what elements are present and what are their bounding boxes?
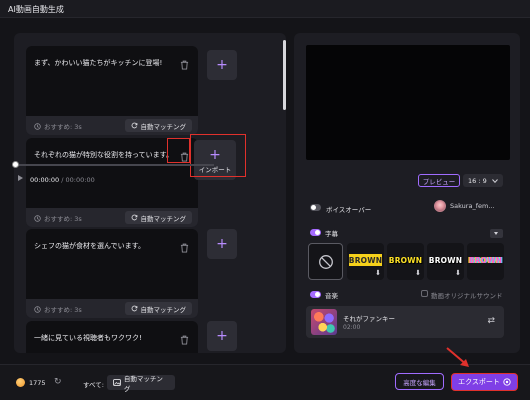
subtitle-style-preview: BROWN [388, 256, 423, 265]
window-title: AI動画自動生成 [8, 5, 64, 14]
image-icon [113, 379, 121, 386]
download-icon: ⬇ [415, 269, 421, 277]
no-style-icon [318, 254, 333, 269]
automatch-label: 自動マッチング [140, 122, 187, 131]
download-icon: ⬇ [455, 269, 461, 277]
subtitle-style-3[interactable]: BROWN ⬇ [427, 243, 464, 280]
automatch-all-button[interactable]: 自動マッチング [107, 374, 175, 393]
export-icon [503, 378, 511, 386]
time-total: / 00:00:00 [61, 176, 95, 184]
scene-card-3[interactable]: シェフの猫が食材を選んでいます。 おすすめ: 3s 自動マッチング [26, 229, 198, 318]
voice-selector[interactable]: Sakura_fem... [434, 199, 504, 213]
coin-icon [16, 378, 25, 387]
recommend-duration: おすすめ: 3s [34, 304, 82, 314]
music-thumbnail [311, 309, 337, 335]
subtitle-dropdown[interactable] [490, 229, 503, 238]
add-scene-button[interactable]: + [207, 50, 237, 80]
preview-button[interactable]: プレビュー [418, 174, 460, 187]
scene-text[interactable]: 一緒に見ている視聴者もワクワク! [34, 333, 142, 343]
download-icon: ⬇ [375, 269, 381, 277]
trash-icon[interactable] [180, 335, 189, 345]
voiceover-toggle[interactable] [310, 204, 321, 211]
subtitle-style-preview: BROWN [348, 256, 383, 265]
music-track-name: それがファンキー [343, 315, 395, 323]
subtitle-style-1[interactable]: BROWN ⬇ [347, 243, 384, 280]
recommend-text: おすすめ: 3s [44, 123, 82, 131]
automatch-button[interactable]: 自動マッチング [124, 119, 192, 132]
scene-text[interactable]: それぞれの猫が特別な役割を持っています。 [34, 150, 173, 160]
scene-footer: おすすめ: 3s 自動マッチング [26, 299, 198, 318]
trash-icon[interactable] [180, 152, 189, 162]
scene-footer: おすすめ: 3s 自動マッチング [26, 208, 198, 227]
recommend-duration: おすすめ: 3s [34, 213, 82, 223]
all-label: すべて: [83, 381, 104, 389]
music-toggle[interactable] [310, 291, 321, 298]
aspect-ratio-value: 16 : 9 [468, 176, 487, 185]
subtitle-toggle[interactable] [310, 229, 321, 236]
scene-card-4[interactable]: 一緒に見ている視聴者もワクワク! [26, 321, 198, 353]
refresh-icon[interactable]: ↻ [54, 377, 62, 387]
scene-footer: おすすめ: 3s 自動マッチング [26, 116, 198, 135]
subtitle-style-preview: BROWN [468, 256, 503, 265]
music-label: 音楽 [325, 292, 338, 300]
automatch-all-label: 自動マッチング [123, 374, 163, 393]
time-current: 00:00:00 [30, 176, 60, 184]
refresh-icon [131, 122, 137, 129]
plus-icon: + [216, 57, 228, 73]
export-label: エクスポート [458, 378, 500, 386]
recommend-text: おすすめ: 3s [44, 215, 82, 223]
chevron-down-icon [492, 178, 498, 183]
music-track-duration: 02:00 [343, 324, 361, 331]
advanced-edit-button[interactable]: 高度な編集 [395, 373, 444, 390]
original-sound-checkbox[interactable] [421, 290, 428, 297]
credit-count: 1775 [29, 379, 46, 387]
music-track[interactable]: それがファンキー 02:00 ⇄ [306, 306, 504, 338]
automatch-label: 自動マッチング [140, 214, 187, 223]
video-preview[interactable] [306, 45, 510, 160]
refresh-icon [131, 305, 137, 312]
recommend-text: おすすめ: 3s [44, 306, 82, 314]
voiceover-label: ボイスオーバー [326, 206, 372, 214]
subtitle-label: 字幕 [325, 230, 338, 238]
clock-icon [34, 305, 41, 313]
refresh-icon [131, 214, 137, 221]
plus-icon: + [216, 328, 228, 344]
trash-icon[interactable] [180, 243, 189, 253]
automatch-label: 自動マッチング [140, 305, 187, 314]
subtitle-style-2[interactable]: BROWN ⬇ [387, 243, 424, 280]
original-sound-label: 動画オリジナルサウンド [431, 292, 503, 300]
scene-list-panel: まず、かわいい猫たちがキッチンに登場! おすすめ: 3s 自動マッチング それぞ… [14, 33, 286, 353]
scrubber-knob[interactable] [12, 161, 19, 168]
automatch-button[interactable]: 自動マッチング [124, 211, 192, 224]
voice-avatar [434, 200, 446, 212]
title-bar: AI動画自動生成 [0, 0, 530, 18]
subtitle-style-preview: BROWN [428, 256, 463, 265]
play-icon[interactable] [18, 175, 23, 181]
add-scene-button[interactable]: + [207, 321, 237, 351]
scene-text[interactable]: まず、かわいい猫たちがキッチンに登場! [34, 58, 162, 68]
scrollbar[interactable] [283, 40, 286, 110]
export-button[interactable]: エクスポート [451, 373, 518, 391]
timeline-scrubber[interactable] [12, 161, 214, 168]
add-scene-button[interactable]: + [207, 229, 237, 259]
voice-name: Sakura_fem... [450, 202, 495, 210]
preview-panel [294, 33, 520, 353]
automatch-button[interactable]: 自動マッチング [124, 302, 192, 315]
recommend-duration: おすすめ: 3s [34, 121, 82, 131]
clock-icon [34, 214, 41, 222]
plus-icon: + [209, 146, 221, 163]
swap-icon[interactable]: ⇄ [487, 316, 495, 326]
plus-icon: + [216, 236, 228, 252]
scene-card-1[interactable]: まず、かわいい猫たちがキッチンに登場! おすすめ: 3s 自動マッチング [26, 46, 198, 135]
trash-icon[interactable] [180, 60, 189, 70]
clock-icon [34, 122, 41, 130]
annotation-arrow [446, 347, 469, 367]
subtitle-style-4[interactable]: BROWN [467, 243, 504, 280]
scene-text[interactable]: シェフの猫が食材を選んでいます。 [34, 241, 145, 251]
aspect-ratio-select[interactable]: 16 : 9 [463, 174, 503, 187]
import-button[interactable]: + インポート [194, 140, 236, 180]
subtitle-style-none[interactable] [308, 243, 343, 280]
timecode: 00:00:00 / 00:00:00 [30, 176, 95, 184]
